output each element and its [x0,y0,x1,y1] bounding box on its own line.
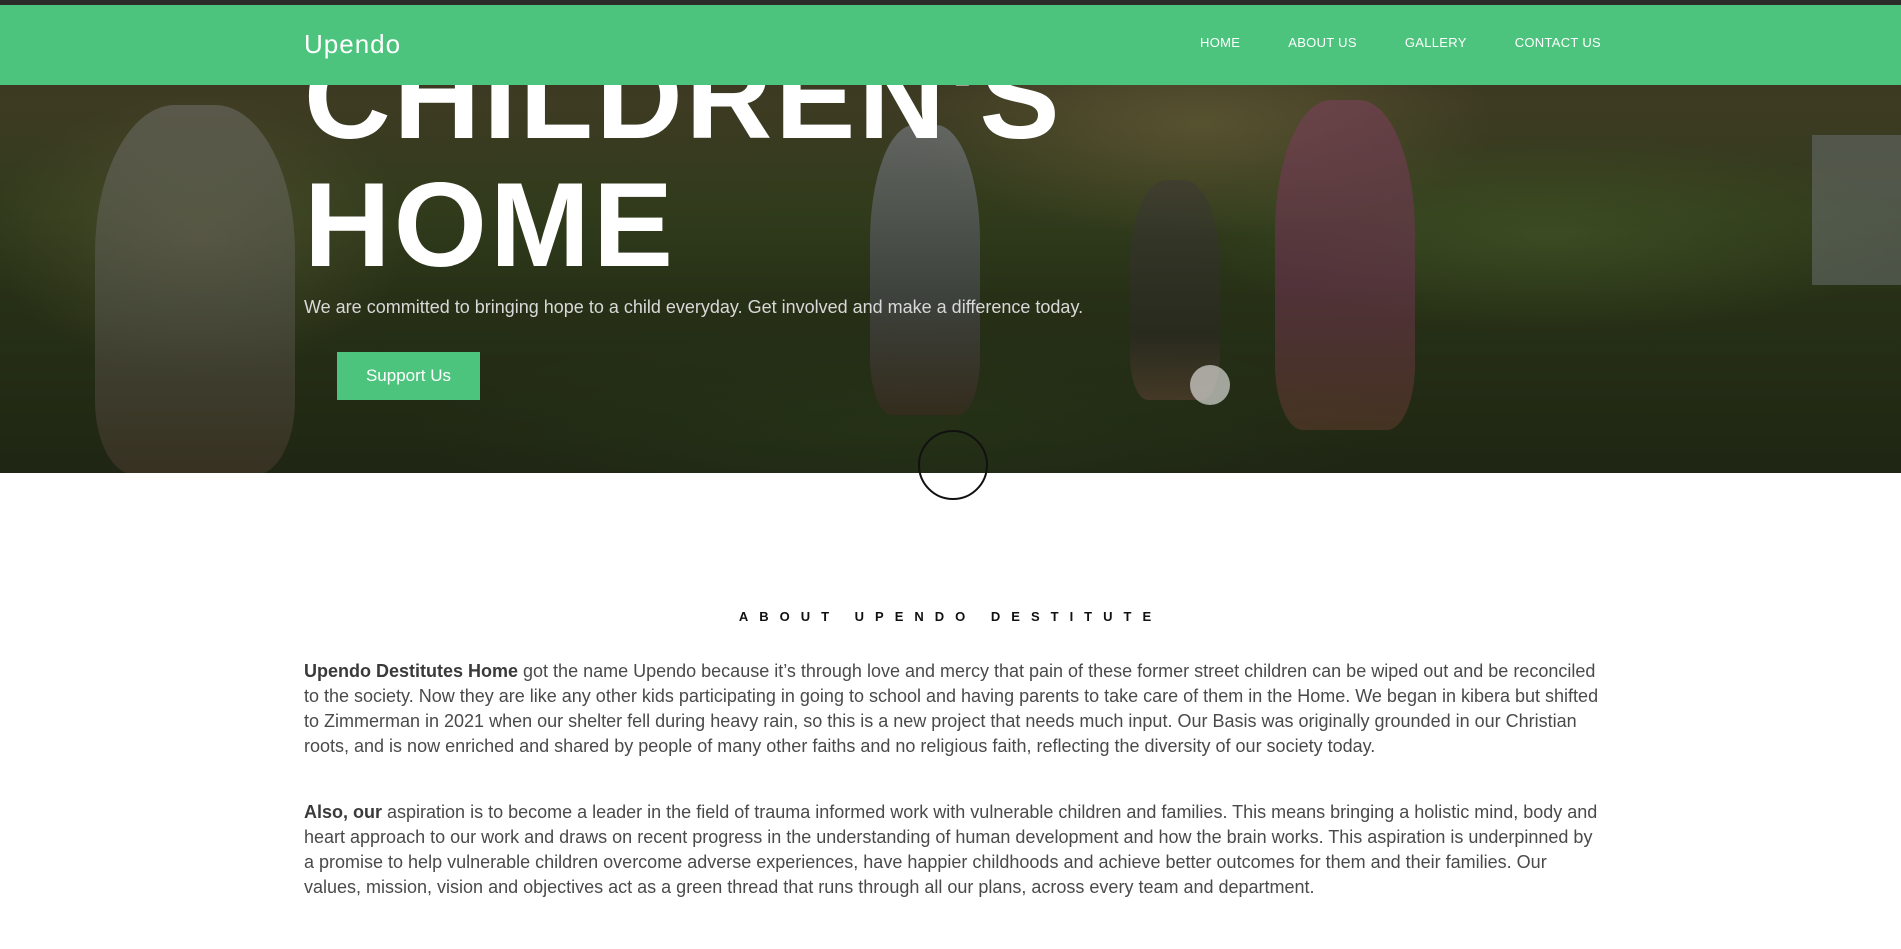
nav-gallery[interactable]: GALLERY [1405,35,1467,50]
about-paragraph-2-text: aspiration is to become a leader in the … [304,802,1598,897]
nav-home[interactable]: HOME [1200,35,1240,50]
navbar: Upendo HOME ABOUT US GALLERY CONTACT US [0,5,1901,85]
brand-logo[interactable]: Upendo [304,29,401,60]
hero-title-line2: HOME [304,158,676,292]
about-paragraph-1: Upendo Destitutes Home got the name Upen… [304,659,1600,759]
window-top-edge [0,0,1901,5]
hero-photo-building [1812,135,1901,285]
hero-photo-figure [1275,100,1415,430]
nav-contact-us[interactable]: CONTACT US [1515,35,1601,50]
about-paragraph-2-bold: Also, our [304,802,383,822]
about-paragraph-2: Also, our aspiration is to become a lead… [304,800,1600,900]
about-paragraph-1-bold: Upendo Destitutes Home [304,661,519,681]
about-heading: ABOUT UPENDO DESTITUTE [738,609,1163,624]
nav-about-us[interactable]: ABOUT US [1288,35,1357,50]
support-us-button[interactable]: Support Us [337,352,480,400]
hero-subtitle: We are committed to bringing hope to a c… [304,297,1084,317]
scroll-down-indicator[interactable] [918,430,988,500]
about-section: ABOUT UPENDO DESTITUTE Upendo Destitutes… [0,473,1901,949]
hero-photo-ball [1190,365,1230,405]
main-nav: HOME ABOUT US GALLERY CONTACT US [1200,35,1601,50]
hero-photo-figure [95,105,295,473]
